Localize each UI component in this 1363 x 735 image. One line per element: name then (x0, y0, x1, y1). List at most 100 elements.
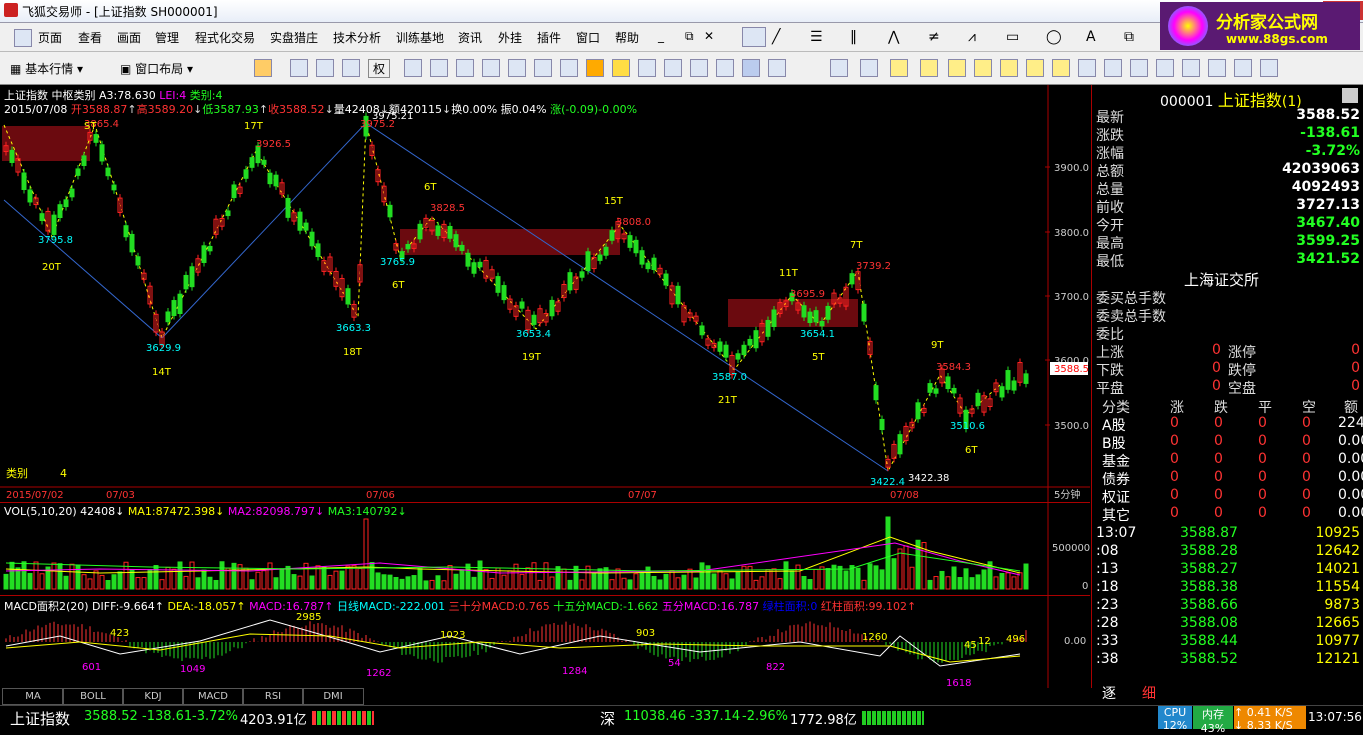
period-month-icon[interactable] (1078, 59, 1096, 77)
period-year-icon[interactable] (1130, 59, 1148, 77)
move-icon[interactable] (316, 59, 334, 77)
tool-j-icon[interactable] (690, 59, 708, 77)
period-trend-icon[interactable] (1234, 59, 1252, 77)
volume-panel[interactable]: VOL(5,10,20) 42408↓ MA1:87472.398↓ MA2:8… (0, 503, 1090, 596)
price-panel[interactable]: 上证指数 中枢类别 A3:78.630 LEI:4 类别:4 2015/07/0… (0, 85, 1090, 503)
menu-screen[interactable]: 画面 (117, 29, 141, 46)
tool-k-icon[interactable] (716, 59, 734, 77)
period-multi-icon[interactable] (1156, 59, 1174, 77)
period-week-icon[interactable] (1052, 59, 1070, 77)
menu-training[interactable]: 训练基地 (396, 29, 444, 46)
menu-window[interactable]: 窗口 (576, 29, 600, 46)
menu-min-icon[interactable]: _ (658, 29, 664, 43)
menu-page[interactable]: 页面 (38, 29, 62, 46)
tool-g-icon[interactable] (560, 59, 578, 77)
period-15-icon[interactable] (948, 59, 966, 77)
period-tick-icon[interactable] (1208, 59, 1226, 77)
tool-a-icon[interactable] (404, 59, 422, 77)
menu-view[interactable]: 查看 (78, 29, 102, 46)
pivot-count-label: 11T (779, 268, 799, 279)
period-custom-icon[interactable] (1182, 59, 1200, 77)
cpu-meter: CPU 12% (1158, 706, 1192, 732)
window-layout-button[interactable]: ▣ 窗口布局 ▾ (120, 60, 193, 77)
menu-help[interactable]: 帮助 (615, 29, 639, 46)
volume-bar (399, 578, 405, 590)
volume-bar (879, 569, 885, 590)
menu-plugins[interactable]: 插件 (537, 29, 561, 46)
rect-tool-icon[interactable]: ▭ (1006, 29, 1019, 45)
period-1-icon[interactable] (830, 59, 848, 77)
tool-l-icon[interactable] (742, 59, 760, 77)
volume-bar (33, 561, 39, 590)
period-30-icon[interactable] (974, 59, 992, 77)
menu-restore-icon[interactable]: ⧉ (685, 29, 694, 44)
cursor-tool-icon[interactable] (742, 27, 766, 47)
tab-ma[interactable]: MA (2, 688, 64, 705)
tool-m-icon[interactable] (768, 59, 786, 77)
menu-close-icon[interactable]: ✕ (704, 29, 714, 43)
screen-icon[interactable] (342, 59, 360, 77)
period-60-icon[interactable] (1000, 59, 1018, 77)
volume-bar (405, 576, 411, 590)
tool-i-icon[interactable] (664, 59, 682, 77)
macd-chart-svg[interactable]: 0.00 423 2985 1023 903 1260 45 12 496 601 1049 1262… (0, 596, 1090, 688)
line-tool-icon[interactable]: ╱ (772, 29, 780, 45)
volume-bar (267, 562, 273, 590)
pivot-price-label: 3695.9 (790, 289, 825, 300)
macd-area-label: 1618 (946, 678, 971, 688)
gear-icon[interactable] (612, 59, 630, 77)
tab-kdj[interactable]: KDJ (122, 688, 184, 705)
fan-tool-icon[interactable]: ⋀ (888, 29, 899, 45)
menu-plugin-ext[interactable]: 外挂 (498, 29, 522, 46)
menu-manage[interactable]: 管理 (155, 29, 179, 46)
period-5-icon[interactable] (920, 59, 938, 77)
open-folder-icon[interactable] (254, 59, 272, 77)
candle-body (519, 301, 525, 309)
macd-panel[interactable]: MACD面积2(20) DIFF:-9.664↑ DEA:-18.057↑ MA… (0, 596, 1090, 688)
menu-hunt[interactable]: 实盘猎庄 (270, 29, 318, 46)
tab-detail[interactable]: 逐 (1102, 683, 1116, 703)
ad-banner[interactable]: 分析家公式网 www.88gs.com (1160, 2, 1360, 50)
volume-bar (627, 579, 633, 590)
hline-tool-icon[interactable]: ☰ (810, 29, 823, 45)
basic-quote-button[interactable]: ▦ 基本行情 ▾ (10, 60, 83, 77)
period-list-icon[interactable] (1260, 59, 1278, 77)
tool-h-icon[interactable] (638, 59, 656, 77)
menu-app-icon[interactable] (14, 29, 32, 47)
ellipse-tool-icon[interactable]: ◯ (1046, 29, 1062, 45)
vline-tool-icon[interactable]: ‖ (850, 29, 857, 45)
period-day-icon[interactable] (1026, 59, 1044, 77)
rights-button[interactable]: 权 (368, 59, 391, 78)
text-tool-icon[interactable]: A (1086, 29, 1096, 45)
tab-fine[interactable]: 细 (1142, 683, 1156, 703)
candle-body (345, 288, 351, 305)
cursor-icon[interactable] (290, 59, 308, 77)
period-3-icon[interactable] (890, 59, 908, 77)
tool-f-icon[interactable] (534, 59, 552, 77)
menu-tech-analysis[interactable]: 技术分析 (333, 29, 381, 46)
period-quarter-icon[interactable] (1104, 59, 1122, 77)
candle-body (177, 293, 183, 315)
volume-bar (603, 567, 609, 590)
channel-tool-icon[interactable]: ≠ (928, 29, 940, 45)
volume-bar (51, 562, 57, 590)
menu-news[interactable]: 资讯 (458, 29, 482, 46)
fork-tool-icon[interactable]: ⩘ (968, 29, 976, 45)
tool-b-icon[interactable] (430, 59, 448, 77)
copy-tool-icon[interactable]: ⧉ (1124, 29, 1134, 45)
tool-e-icon[interactable] (508, 59, 526, 77)
tab-dmi[interactable]: DMI (302, 688, 364, 705)
chart-area[interactable]: 上证指数 中枢类别 A3:78.630 LEI:4 类别:4 2015/07/0… (0, 85, 1090, 688)
tool-d-icon[interactable] (482, 59, 500, 77)
macd-area-label: 2985 (296, 612, 321, 623)
warning-icon[interactable] (586, 59, 604, 77)
price-chart-svg[interactable]: 3900.03800.03700.03600.03500.03588.53865… (0, 85, 1090, 502)
tab-rsi[interactable]: RSI (242, 688, 304, 705)
menu-program-trade[interactable]: 程式化交易 (195, 29, 255, 46)
quote-menu-icon[interactable] (1342, 88, 1358, 103)
tab-boll[interactable]: BOLL (62, 688, 124, 705)
period-2-icon[interactable] (860, 59, 878, 77)
volume-chart-svg[interactable]: 500000 0 (0, 503, 1090, 595)
tab-macd[interactable]: MACD (182, 688, 244, 705)
tool-c-icon[interactable] (456, 59, 474, 77)
